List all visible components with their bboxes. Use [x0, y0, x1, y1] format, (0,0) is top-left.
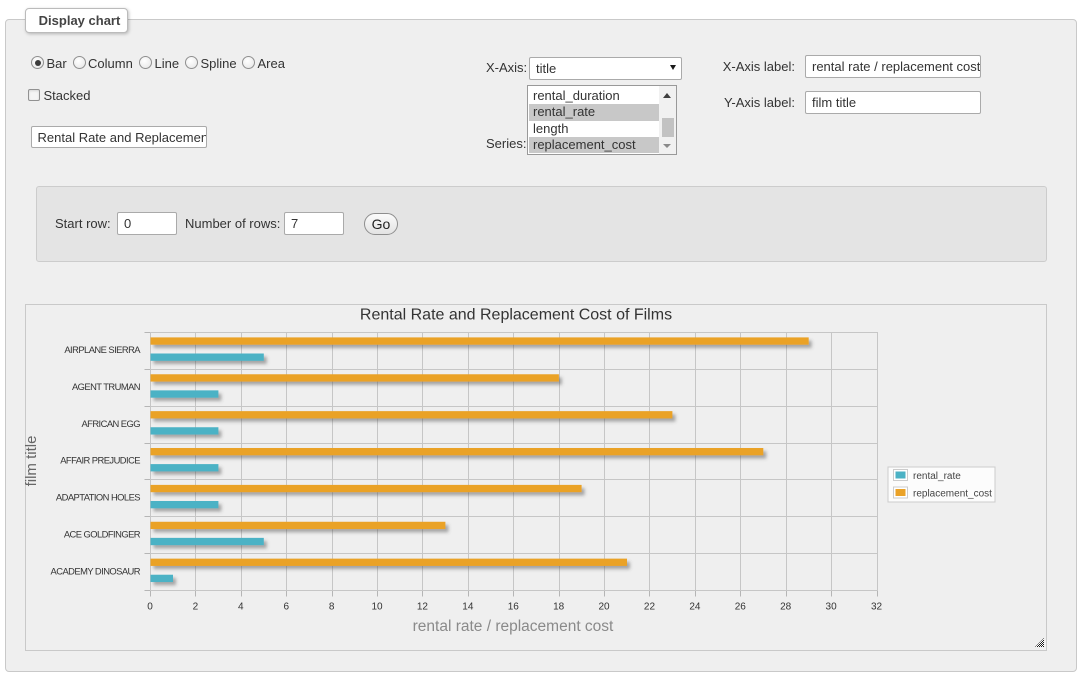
svg-text:AIRPLANE SIERRA: AIRPLANE SIERRA [64, 344, 141, 355]
svg-text:8: 8 [329, 602, 335, 613]
svg-text:26: 26 [735, 602, 747, 613]
svg-text:replacement_cost: replacement_cost [913, 489, 992, 500]
svg-text:20: 20 [598, 602, 610, 613]
svg-text:4: 4 [238, 602, 244, 613]
svg-text:ACE GOLDFINGER: ACE GOLDFINGER [64, 528, 141, 539]
svg-text:16: 16 [508, 602, 520, 613]
svg-text:0: 0 [147, 602, 153, 613]
svg-text:10: 10 [371, 602, 383, 613]
svg-text:6: 6 [283, 602, 289, 613]
svg-text:rental rate / replacement cost: rental rate / replacement cost [413, 618, 614, 635]
svg-text:24: 24 [689, 602, 701, 613]
svg-text:28: 28 [780, 602, 792, 613]
svg-text:ACADEMY DINOSAUR: ACADEMY DINOSAUR [51, 565, 141, 576]
svg-text:30: 30 [826, 602, 838, 613]
svg-text:18: 18 [553, 602, 565, 613]
svg-text:AFRICAN EGG: AFRICAN EGG [81, 418, 140, 429]
svg-text:film title: film title [25, 436, 40, 487]
svg-text:rental_rate: rental_rate [913, 471, 961, 482]
svg-text:AFFAIR PREJUDICE: AFFAIR PREJUDICE [60, 455, 140, 466]
svg-text:ADAPTATION HOLES: ADAPTATION HOLES [56, 492, 140, 503]
svg-text:AGENT TRUMAN: AGENT TRUMAN [72, 381, 140, 392]
svg-text:22: 22 [644, 602, 656, 613]
svg-text:2: 2 [193, 602, 199, 613]
svg-text:12: 12 [417, 602, 429, 613]
svg-text:Rental Rate and Replacement Co: Rental Rate and Replacement Cost of Film… [360, 307, 672, 324]
svg-text:32: 32 [871, 602, 883, 613]
svg-text:14: 14 [462, 602, 474, 613]
